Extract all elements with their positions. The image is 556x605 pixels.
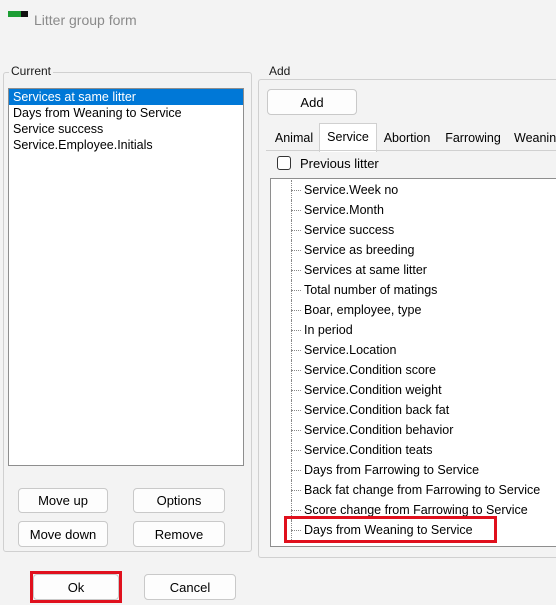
current-list-item[interactable]: Services at same litter — [9, 89, 243, 105]
tree-item-label: Service.Location — [304, 343, 397, 357]
tree-item-label: Back fat change from Farrowing to Servic… — [304, 483, 541, 497]
ok-button[interactable]: Ok — [33, 574, 119, 600]
current-list-item[interactable]: Days from Weaning to Service — [9, 105, 243, 121]
tree-item-label: Total number of matings — [304, 283, 438, 297]
field-tree[interactable]: Service.Week no Service.Month Service su… — [270, 178, 556, 547]
tree-item-label: In period — [304, 323, 353, 337]
current-list-item[interactable]: Service success — [9, 121, 243, 137]
move-down-button[interactable]: Move down — [18, 521, 108, 547]
tab-animal[interactable]: Animal — [271, 126, 317, 150]
tree-item-label: Service.Condition behavior — [304, 423, 454, 437]
move-up-button[interactable]: Move up — [18, 488, 108, 513]
tree-item-label: Boar, employee, type — [304, 303, 422, 317]
tree-item-label: Service.Week no — [304, 183, 399, 197]
tree-item-label: Score change from Farrowing to Service — [304, 503, 528, 517]
tree-item-label: Days from Weaning to Service — [304, 523, 473, 537]
current-group-label: Current — [9, 64, 54, 78]
tree-item-label: Service.Condition score — [304, 363, 437, 377]
tree-item-label: Service.Condition back fat — [304, 403, 450, 417]
tab-strip-line — [266, 150, 556, 151]
tab-abortion[interactable]: Abortion — [378, 126, 436, 150]
add-group-label: Add — [267, 64, 293, 78]
tree-item-label: Days from Farrowing to Service — [304, 463, 480, 477]
previous-litter-label: Previous litter — [300, 156, 379, 171]
previous-litter-checkbox[interactable] — [277, 156, 291, 170]
tab-weaning[interactable]: Weanin — [510, 126, 556, 150]
tab-farrowing[interactable]: Farrowing — [440, 126, 506, 150]
tree-item-label: Service as breeding — [304, 243, 415, 257]
tree-item-label: Services at same litter — [304, 263, 427, 277]
tree-item-label: Service.Condition weight — [304, 383, 442, 397]
current-list[interactable]: Services at same litter Days from Weanin… — [8, 88, 244, 466]
window-title: Litter group form — [34, 12, 137, 28]
options-button[interactable]: Options — [133, 488, 225, 513]
tab-service[interactable]: Service — [319, 123, 377, 152]
remove-button[interactable]: Remove — [133, 521, 225, 547]
tree-item-label: Service.Condition teats — [304, 443, 433, 457]
add-button[interactable]: Add — [267, 89, 357, 115]
current-list-item[interactable]: Service.Employee.Initials — [9, 137, 243, 153]
cancel-button[interactable]: Cancel — [144, 574, 236, 600]
title-bar: Litter group form — [0, 0, 556, 42]
tree-item-label: Service.Month — [304, 203, 384, 217]
tree-item-label: Service success — [304, 223, 395, 237]
app-logo-icon — [8, 11, 28, 17]
